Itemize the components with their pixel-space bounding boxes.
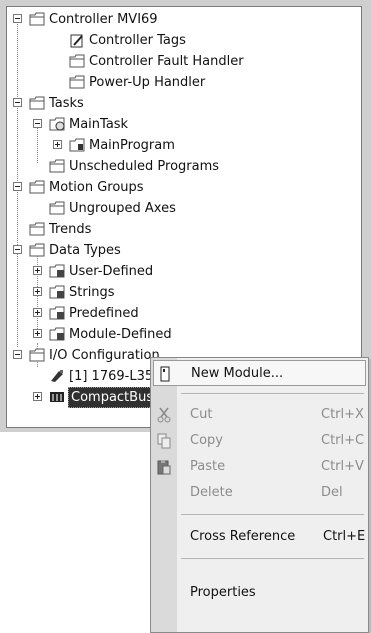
menu-item-shortcut: Ctrl+X <box>321 407 364 422</box>
folder-icon <box>29 243 45 257</box>
tree-item-unscheduled-programs[interactable]: Unscheduled Programs <box>7 156 361 177</box>
context-menu: New Module... Cut Ctrl+X Copy Ctrl+C Pas… <box>150 357 369 633</box>
folder-icon <box>29 12 45 26</box>
expand-toggle[interactable] <box>53 140 62 149</box>
ethernet-module-icon <box>49 369 65 383</box>
menu-item-shortcut: Ctrl+E <box>323 529 366 544</box>
tree-item-fault-handler[interactable]: Controller Fault Handler <box>7 51 361 72</box>
expand-toggle[interactable] <box>33 287 42 296</box>
program-icon <box>69 138 85 152</box>
new-module-icon <box>158 366 172 382</box>
tree-item-predefined[interactable]: Predefined <box>7 303 361 324</box>
menu-item-shortcut: Ctrl+V <box>321 459 364 474</box>
menu-item-shortcut: Del <box>321 485 343 500</box>
expand-toggle[interactable] <box>33 308 42 317</box>
folder-icon <box>69 54 85 68</box>
menu-item-shortcut: Ctrl+C <box>321 433 365 448</box>
collapse-toggle[interactable] <box>33 119 42 128</box>
tree-label: Module-Defined <box>69 327 172 342</box>
tree-item-main-program[interactable]: MainProgram <box>7 135 361 156</box>
menu-item-cross-reference[interactable]: Cross Reference Ctrl+E <box>151 524 368 550</box>
menu-item-label: New Module... <box>191 366 284 381</box>
datatype-folder-icon <box>49 264 65 278</box>
tree-label: Motion Groups <box>49 180 144 195</box>
tree-item-user-defined[interactable]: User-Defined <box>7 261 361 282</box>
collapse-toggle[interactable] <box>13 182 22 191</box>
menu-item-delete[interactable]: Delete Del <box>151 480 368 506</box>
tree-item-tasks[interactable]: Tasks <box>7 93 361 114</box>
menu-item-copy[interactable]: Copy Ctrl+C <box>151 428 368 454</box>
collapse-toggle[interactable] <box>13 14 22 23</box>
menu-item-label: Cut <box>190 407 213 422</box>
menu-separator <box>181 558 364 559</box>
tree-label: Strings <box>69 285 115 300</box>
collapse-toggle[interactable] <box>13 98 22 107</box>
menu-separator <box>181 514 364 515</box>
tree-item-powerup-handler[interactable]: Power-Up Handler <box>7 72 361 93</box>
tree-label: MainProgram <box>89 138 175 153</box>
tree-label: Controller Tags <box>89 33 186 48</box>
folder-icon <box>49 159 65 173</box>
menu-item-cut[interactable]: Cut Ctrl+X <box>151 402 368 428</box>
tree-label: Ungrouped Axes <box>69 201 176 216</box>
menu-item-label: Copy <box>190 433 223 448</box>
tree-label: Data Types <box>49 243 121 258</box>
datatype-folder-icon <box>49 285 65 299</box>
folder-icon <box>29 180 45 194</box>
menu-item-label: Cross Reference <box>190 529 296 544</box>
backplane-icon <box>49 390 65 404</box>
menu-item-paste[interactable]: Paste Ctrl+V <box>151 454 368 480</box>
expand-toggle[interactable] <box>33 392 42 401</box>
tree-item-trends[interactable]: Trends <box>7 219 361 240</box>
collapse-toggle[interactable] <box>13 245 22 254</box>
collapse-toggle[interactable] <box>13 350 22 359</box>
expand-toggle[interactable] <box>33 266 42 275</box>
scissors-icon <box>157 407 171 423</box>
menu-item-label: Delete <box>190 485 233 500</box>
folder-icon <box>29 348 45 362</box>
tree-item-main-task[interactable]: MainTask <box>7 114 361 135</box>
tree-label: I/O Configuration <box>49 348 160 363</box>
copy-icon <box>157 433 171 449</box>
folder-icon <box>29 222 45 236</box>
folder-icon <box>69 75 85 89</box>
folder-icon <box>49 201 65 215</box>
expand-toggle[interactable] <box>33 329 42 338</box>
tree-item-module-defined[interactable]: Module-Defined <box>7 324 361 345</box>
tree-label: Power-Up Handler <box>89 75 206 90</box>
tree-item-controller-tags[interactable]: Controller Tags <box>7 30 361 51</box>
tree-item-motion-groups[interactable]: Motion Groups <box>7 177 361 198</box>
tree-label: Controller Fault Handler <box>89 54 244 69</box>
tree-label: Tasks <box>49 96 84 111</box>
folder-icon <box>29 96 45 110</box>
paste-icon <box>157 459 171 475</box>
datatype-folder-icon <box>49 306 65 320</box>
menu-item-label: Properties <box>190 585 256 600</box>
menu-item-properties[interactable]: Properties <box>151 580 368 606</box>
tree-item-strings[interactable]: Strings <box>7 282 361 303</box>
tree-label: User-Defined <box>69 264 154 279</box>
menu-item-label: Paste <box>190 459 226 474</box>
tree-label: Trends <box>49 222 92 237</box>
tree-item-controller[interactable]: Controller MVI69 <box>7 9 361 30</box>
menu-separator <box>181 393 364 394</box>
datatype-folder-icon <box>49 327 65 341</box>
tree-label: Predefined <box>69 306 139 321</box>
task-icon <box>49 117 65 131</box>
tree-item-data-types[interactable]: Data Types <box>7 240 361 261</box>
tree-label: MainTask <box>69 117 129 132</box>
menu-item-new-module[interactable]: New Module... <box>153 360 366 386</box>
tree-label: Unscheduled Programs <box>69 159 220 174</box>
tags-icon <box>69 33 85 48</box>
tree-label: Controller MVI69 <box>49 12 158 27</box>
tree-item-ungrouped-axes[interactable]: Ungrouped Axes <box>7 198 361 219</box>
